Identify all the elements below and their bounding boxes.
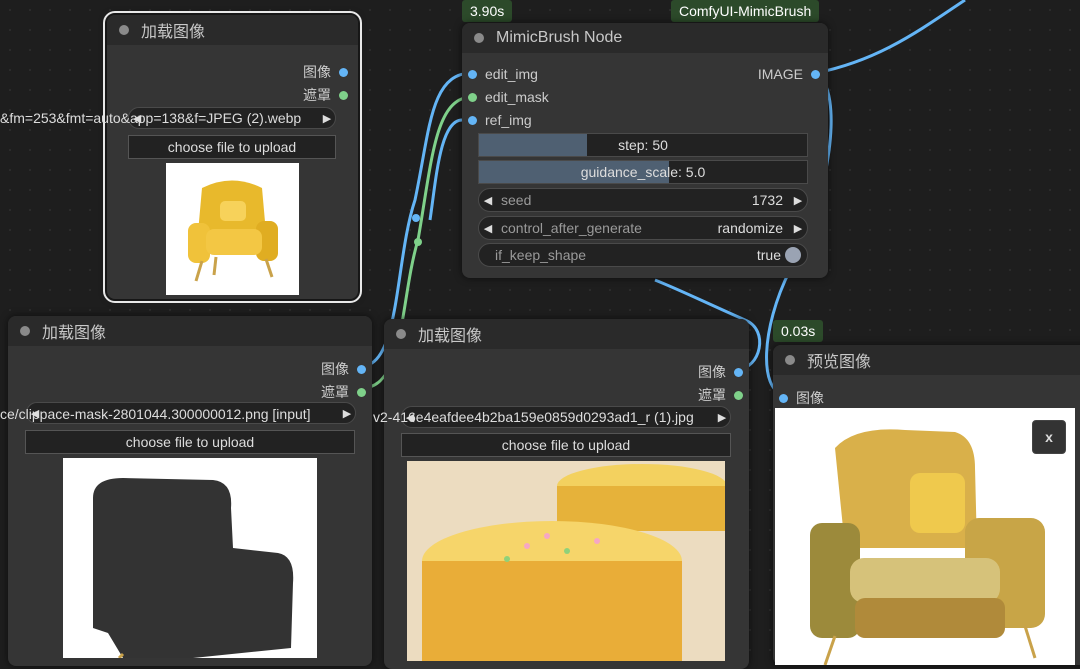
preview-image-node[interactable]: 预览图像 图像 x — [773, 345, 1080, 665]
node-title-bar[interactable]: 加载图像 — [107, 15, 358, 45]
input-edit-mask-slot[interactable]: edit_mask — [468, 89, 549, 105]
file-name-text: v2-416e4eafdee4b2ba159e0859d0293ad1_r (1… — [373, 409, 694, 425]
output-mask-slot[interactable]: 遮罩 — [303, 85, 348, 105]
upload-button[interactable]: choose file to upload — [401, 433, 731, 457]
input-image-slot[interactable]: 图像 — [779, 388, 824, 408]
input-label: edit_img — [485, 66, 538, 82]
control-value: randomize — [717, 220, 783, 236]
cake-image-preview — [407, 461, 725, 661]
input-dot-icon[interactable] — [468, 115, 477, 125]
if-keep-shape-toggle[interactable]: if_keep_shape true — [478, 243, 808, 267]
next-arrow-icon[interactable]: ▶ — [714, 411, 730, 424]
seed-value: 1732 — [751, 192, 783, 208]
mask-image-preview — [63, 458, 317, 658]
node-title-bar[interactable]: MimicBrush Node — [462, 23, 828, 53]
output-image-dot-icon[interactable] — [357, 364, 366, 374]
control-label: control_after_generate — [501, 220, 642, 236]
load-image-node-2[interactable]: 加载图像 图像 遮罩 ◀ ▶ choose file to upload — [8, 316, 372, 666]
sponge-cake-icon — [407, 461, 725, 661]
next-arrow-icon[interactable]: ▶ — [339, 407, 355, 420]
output-image-label: 图像 — [321, 361, 349, 377]
input-ref-img-slot[interactable]: ref_img — [468, 112, 532, 128]
input-dot-icon[interactable] — [468, 92, 477, 102]
node-title: MimicBrush Node — [496, 29, 623, 46]
file-name-text: &fm=253&fmt=auto&app=138&f=JPEG (2).webp — [0, 110, 302, 126]
output-image-dot-icon[interactable] — [339, 67, 348, 77]
output-dot-icon[interactable] — [811, 69, 820, 79]
chair-image-preview — [166, 163, 299, 295]
output-mask-label: 遮罩 — [321, 384, 349, 400]
output-mask-dot-icon[interactable] — [734, 390, 743, 400]
toggle-knob-icon[interactable] — [785, 247, 801, 263]
node-title-bar[interactable]: 加载图像 — [384, 319, 749, 349]
output-mask-dot-icon[interactable] — [357, 387, 366, 397]
output-image-dot-icon[interactable] — [734, 367, 743, 377]
node-group-badge: ComfyUI-MimicBrush — [671, 0, 820, 22]
output-mask-label: 遮罩 — [303, 87, 331, 103]
preview-time-badge: 0.03s — [773, 320, 824, 342]
input-label: ref_img — [485, 112, 532, 128]
node-title: 加载图像 — [141, 24, 206, 41]
wire-image-out-top — [815, 0, 966, 75]
collapse-dot-icon[interactable] — [474, 33, 484, 43]
increment-arrow-icon[interactable]: ▶ — [789, 194, 807, 207]
output-mask-dot-icon[interactable] — [339, 90, 348, 100]
output-image-label: 图像 — [698, 364, 726, 380]
next-arrow-icon[interactable]: ▶ — [319, 112, 335, 125]
node-graph-canvas[interactable]: 3.90s ComfyUI-MimicBrush 0.03s 加载图像 图像 遮… — [0, 0, 1080, 669]
next-arrow-icon[interactable]: ▶ — [789, 222, 807, 235]
seed-widget[interactable]: ◀ seed 1732 ▶ — [478, 188, 808, 212]
seed-label: seed — [501, 192, 532, 208]
control-after-generate-combo[interactable]: ◀ control_after_generate randomize ▶ — [478, 216, 808, 240]
collapse-dot-icon[interactable] — [396, 329, 406, 339]
output-image-slot[interactable]: 图像 — [303, 62, 348, 82]
upload-button[interactable]: choose file to upload — [25, 430, 355, 454]
output-image-slot[interactable]: 图像 — [698, 362, 743, 382]
node-title: 加载图像 — [418, 328, 483, 345]
decrement-arrow-icon[interactable]: ◀ — [479, 194, 497, 207]
node-title: 加载图像 — [42, 325, 107, 342]
output-mask-slot[interactable]: 遮罩 — [321, 382, 366, 402]
node-title-bar[interactable]: 预览图像 — [773, 345, 1080, 375]
prev-arrow-icon[interactable]: ◀ — [479, 222, 497, 235]
node-title: 预览图像 — [807, 354, 872, 371]
output-image-slot[interactable]: 图像 — [321, 359, 366, 379]
node-title-bar[interactable]: 加载图像 — [8, 316, 372, 346]
collapse-dot-icon[interactable] — [119, 25, 129, 35]
textured-armchair-icon — [775, 408, 1075, 665]
mimicbrush-node[interactable]: MimicBrush Node edit_img edit_mask ref_i… — [462, 23, 828, 278]
input-image-dot-icon[interactable] — [779, 393, 788, 403]
yellow-armchair-icon — [166, 163, 299, 295]
collapse-dot-icon[interactable] — [20, 326, 30, 336]
input-label: edit_mask — [485, 89, 549, 105]
chair-mask-icon — [63, 458, 317, 658]
keep-shape-value: true — [756, 247, 781, 263]
close-preview-button[interactable]: x — [1032, 420, 1066, 454]
output-image-label: 图像 — [303, 64, 331, 80]
collapse-dot-icon[interactable] — [785, 355, 795, 365]
step-slider[interactable]: step: 50 — [478, 133, 808, 157]
keep-shape-label: if_keep_shape — [495, 247, 587, 263]
input-edit-img-slot[interactable]: edit_img — [468, 66, 538, 82]
load-image-node-3[interactable]: 加载图像 图像 遮罩 ◀ ▶ choose file to upload — [384, 319, 749, 669]
wire-ref-img-2 — [428, 118, 463, 221]
load-image-node-1[interactable]: 加载图像 图像 遮罩 choose file to upload — [103, 11, 362, 303]
preview-output-image — [775, 408, 1075, 665]
file-name-text: ce/clippace-mask-2801044.300000012.png [… — [0, 406, 311, 422]
output-mask-slot[interactable]: 遮罩 — [698, 385, 743, 405]
output-image-slot[interactable]: IMAGE — [758, 66, 820, 82]
input-image-label: 图像 — [796, 390, 824, 406]
execution-time-badge: 3.90s — [462, 0, 513, 22]
guidance-scale-slider[interactable]: guidance_scale: 5.0 — [478, 160, 808, 184]
output-mask-label: 遮罩 — [698, 387, 726, 403]
upload-button[interactable]: choose file to upload — [128, 135, 336, 159]
input-dot-icon[interactable] — [468, 69, 477, 79]
output-label: IMAGE — [757, 66, 803, 82]
